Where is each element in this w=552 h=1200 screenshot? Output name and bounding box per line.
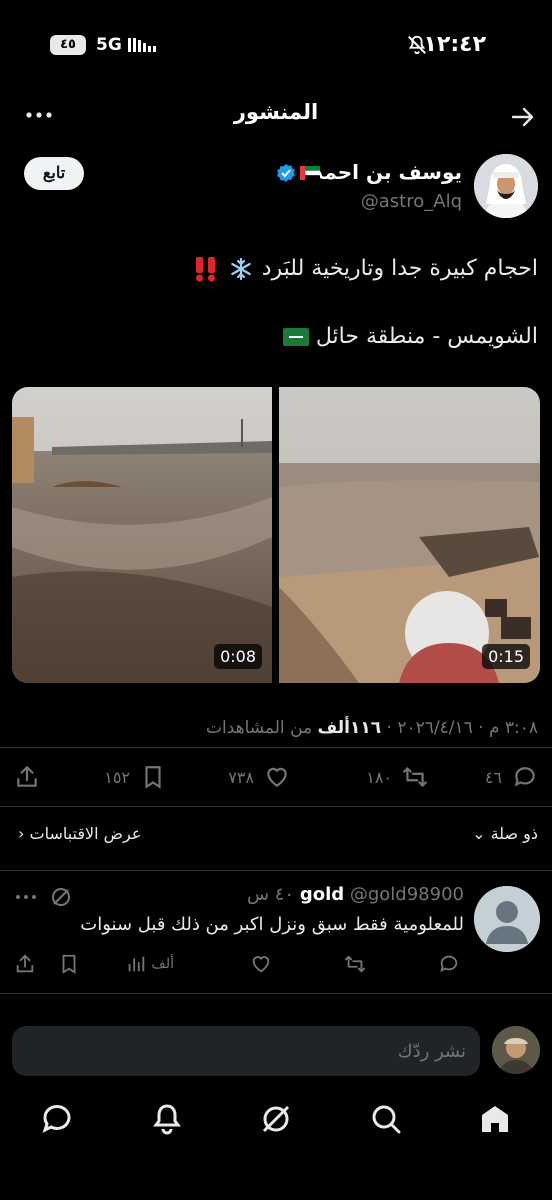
view-quotes-link[interactable]: عرض الاقتباسات ‹: [18, 824, 141, 843]
follow-button[interactable]: تابع: [24, 157, 84, 190]
bookmark-action[interactable]: ١٥٢: [104, 762, 166, 792]
video-thumbnail[interactable]: 0:08: [12, 387, 272, 683]
heart-icon: [267, 767, 287, 787]
reply-time: ٤٠ س: [247, 884, 295, 905]
video-frame-left: [12, 387, 272, 683]
quotes-label: عرض الاقتباسات: [29, 824, 142, 843]
network-type: 5G: [96, 35, 122, 55]
uae-flag-icon: [300, 166, 320, 180]
verified-icon: [277, 164, 295, 182]
back-arrow-icon[interactable]: [510, 104, 536, 130]
share-icon: [16, 954, 34, 973]
signal-icon: [128, 38, 156, 52]
reply-repost-action[interactable]: [344, 952, 366, 976]
video-frame-right: [279, 387, 540, 683]
reply-count: ٤٦: [484, 767, 502, 787]
author-name[interactable]: يوسف بن احمد: [313, 160, 462, 184]
views-label: من المشاهدات: [205, 718, 313, 738]
author-avatar[interactable]: [474, 154, 538, 218]
heart-icon: [252, 956, 270, 973]
share-action[interactable]: [14, 762, 40, 792]
chevron-left-icon: ‹: [18, 824, 25, 843]
reply-avatar[interactable]: [474, 886, 540, 952]
repost-count: ١٨٠: [366, 767, 392, 787]
video-thumbnail[interactable]: 0:15: [279, 387, 540, 683]
more-icon[interactable]: [14, 890, 38, 904]
battery-indicator: ٤٥: [50, 35, 86, 55]
reply-icon: [440, 955, 458, 973]
reply-header: gold @gold98900 ٤٠ س: [247, 884, 464, 905]
grok-icon[interactable]: [50, 886, 72, 908]
reply-views-action[interactable]: ألف: [125, 952, 174, 976]
status-bar: ٤٥ 5G ١٢:٤٢: [0, 0, 552, 90]
bookmark-count: ١٥٢: [104, 767, 130, 787]
snowflake-icon: [230, 257, 251, 281]
tweet-text-line1: احجام كبيرة جدا وتاريخية للبَرد: [192, 256, 538, 282]
reply-reply-action[interactable]: [438, 952, 460, 976]
clock: ١٢:٤٢: [423, 32, 486, 57]
author-handle[interactable]: @astro_Alq: [361, 191, 462, 212]
repost-action[interactable]: ١٨٠: [366, 762, 428, 792]
reply-views-count: ألف: [151, 956, 174, 972]
divider: [0, 993, 552, 994]
media-grid: 0:08 0:15: [12, 387, 540, 683]
divider: [0, 870, 552, 871]
home-icon[interactable]: [478, 1102, 512, 1136]
search-icon[interactable]: [369, 1102, 403, 1136]
reply-share-action[interactable]: [14, 952, 36, 976]
like-action[interactable]: ٧٣٨: [228, 762, 290, 792]
reply-author-handle[interactable]: @gold98900: [350, 884, 464, 905]
tweet-text-line2: الشويمس - منطقة حائل: [282, 324, 538, 349]
page-title: المنشور: [233, 100, 319, 124]
tweet-text: احجام كبيرة جدا وتاريخية للبَرد: [261, 256, 538, 281]
reply-like-action[interactable]: [250, 952, 272, 976]
double-exclamation-icon: [195, 257, 215, 282]
notifications-icon[interactable]: [150, 1102, 184, 1136]
divider: [0, 806, 552, 807]
like-count: ٧٣٨: [228, 767, 254, 787]
reply-author-name[interactable]: gold: [300, 884, 344, 905]
bottom-nav: [0, 1086, 552, 1156]
user-avatar[interactable]: [492, 1026, 540, 1074]
views-count: ١١٦ألف: [317, 718, 382, 738]
sort-relevance-dropdown[interactable]: ذو صلة ⌄: [472, 824, 538, 843]
grok-icon[interactable]: [259, 1102, 293, 1136]
bookmark-icon: [145, 766, 161, 789]
chevron-down-icon: ⌄: [472, 824, 486, 843]
tweet-location: الشويمس - منطقة حائل: [315, 324, 538, 349]
video-duration: 0:08: [214, 644, 262, 669]
views-icon: [129, 956, 145, 972]
reply-bookmark-action[interactable]: [58, 952, 80, 976]
repost-icon: [403, 767, 427, 787]
repost-icon: [344, 955, 366, 973]
video-duration: 0:15: [482, 644, 530, 669]
reply-icon: [514, 767, 535, 787]
divider: [0, 747, 552, 748]
reply-text: للمعلومية فقط سبق ونزل اكبر من ذلك قبل س…: [80, 914, 464, 935]
reply-sort-row: ذو صلة ⌄ عرض الاقتباسات ‹: [0, 824, 552, 848]
reply-action[interactable]: ٤٦: [485, 762, 538, 792]
tweet-meta: ٣:٠٨ م · ٢٠٢٦/٤/١٦ · ١١٦ألف من المشاهدات: [206, 718, 538, 738]
reply-input[interactable]: [12, 1026, 480, 1076]
sort-label: ذو صلة: [490, 824, 538, 843]
bookmark-icon: [62, 954, 76, 974]
messages-icon[interactable]: [40, 1102, 74, 1136]
timestamp[interactable]: ٣:٠٨ م · ٢٠٢٦/٤/١٦ ·: [387, 718, 538, 738]
share-icon: [17, 765, 37, 787]
saudi-flag-icon: [282, 328, 309, 346]
